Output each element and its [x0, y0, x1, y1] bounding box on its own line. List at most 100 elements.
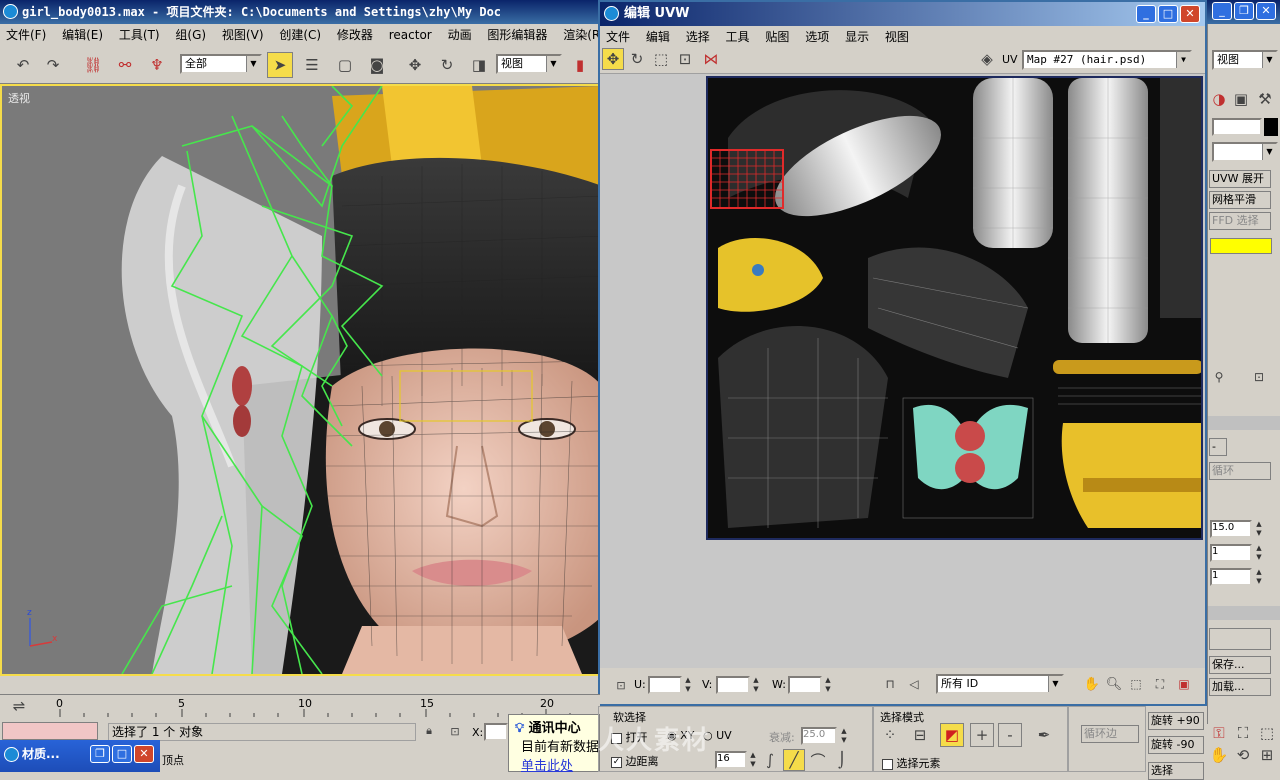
mesh-smooth-button[interactable]: 网格平滑: [1209, 191, 1271, 209]
edge-distance-spinner[interactable]: ▲ ▼: [748, 751, 758, 769]
spinner-field-2[interactable]: 1: [1210, 544, 1252, 562]
menu-file[interactable]: 文件(F): [0, 24, 52, 46]
filter-icon[interactable]: ◁: [904, 674, 924, 694]
perspective-viewport[interactable]: 透视 z x: [0, 84, 600, 676]
reference-coordinate-dropdown[interactable]: 视图 ▼: [496, 54, 562, 74]
minimize-icon[interactable]: _: [1136, 5, 1156, 23]
utilities-tab-icon[interactable]: ⚒: [1254, 88, 1276, 110]
lock-icon[interactable]: ⊓: [880, 674, 900, 694]
configure-modifier-icon[interactable]: ⊡: [1250, 368, 1268, 386]
scale-icon[interactable]: ◨: [466, 52, 492, 78]
falloff-smooth-icon[interactable]: ∫: [759, 749, 781, 771]
uv-editor-canvas[interactable]: [600, 74, 1205, 668]
move-icon[interactable]: ✥: [602, 48, 624, 70]
menu-rendering[interactable]: 渲染(R): [557, 24, 600, 46]
restore-icon[interactable]: ❐: [90, 745, 110, 763]
edge-mode-icon[interactable]: ⊟: [908, 723, 932, 747]
material-editor-taskbar[interactable]: 材质... ❐ □ ✕: [0, 740, 160, 772]
restore-icon[interactable]: ❐: [1234, 2, 1254, 20]
select-object-icon[interactable]: ➤: [267, 52, 293, 78]
v-spinner[interactable]: ▲ ▼: [751, 676, 761, 694]
rotate-minus-90-button[interactable]: 旋转 -90: [1148, 736, 1204, 754]
falloff-slow-icon[interactable]: ⌒: [807, 749, 829, 771]
minimize-icon[interactable]: _: [1212, 2, 1232, 20]
loop-edge-button[interactable]: 循环边: [1081, 725, 1139, 743]
falloff-linear-icon[interactable]: ╱: [783, 749, 805, 771]
spinner-field-3[interactable]: 1: [1210, 568, 1252, 586]
paint-select-icon[interactable]: ✒: [1032, 723, 1056, 747]
select-by-name-icon[interactable]: ☰: [299, 52, 325, 78]
menu-reactor[interactable]: reactor: [383, 24, 438, 46]
uvw-title-bar[interactable]: 编辑 UVW _ □ ✕: [600, 2, 1205, 26]
menu-tools[interactable]: 工具(T): [113, 24, 166, 46]
uvw-menu-edit[interactable]: 编辑: [640, 26, 676, 48]
undo-icon[interactable]: ↶: [10, 52, 36, 78]
rotate-icon[interactable]: ↻: [626, 48, 648, 70]
bind-space-warp-icon[interactable]: ♆: [144, 52, 170, 78]
snap-icon[interactable]: ▣: [1174, 674, 1194, 694]
uvw-menu-view[interactable]: 视图: [879, 26, 915, 48]
minus-button[interactable]: -: [1209, 438, 1227, 456]
edge-distance-field[interactable]: 16: [715, 751, 747, 769]
blank-button[interactable]: [1209, 628, 1271, 650]
select-elements-checkbox[interactable]: 选择元素: [882, 755, 941, 771]
falloff-fast-icon[interactable]: ⌡: [831, 749, 853, 771]
redo-icon[interactable]: ↷: [40, 52, 66, 78]
selection-filter-dropdown[interactable]: 全部 ▼: [180, 54, 262, 74]
maximize-icon[interactable]: □: [112, 745, 132, 763]
pivot-icon[interactable]: ▮: [567, 52, 593, 78]
pan-hand-icon[interactable]: ✋: [1208, 744, 1230, 766]
lock-selection-icon[interactable]: 🔒︎: [420, 722, 438, 740]
menu-graph-editors[interactable]: 图形编辑器: [481, 24, 553, 46]
absolute-mode-icon[interactable]: ⊡: [446, 722, 464, 740]
window-crossing-icon[interactable]: ◙: [364, 52, 390, 78]
close-icon[interactable]: ✕: [1180, 5, 1200, 23]
w-spinner[interactable]: ▲ ▼: [823, 676, 833, 694]
rollout-header-2[interactable]: [1208, 606, 1280, 620]
close-icon[interactable]: ✕: [134, 745, 154, 763]
close-icon[interactable]: ✕: [1256, 2, 1276, 20]
x-coordinate-field[interactable]: [484, 723, 508, 741]
key-mode-icon[interactable]: ⚿: [1208, 722, 1230, 744]
uvw-menu-display[interactable]: 显示: [839, 26, 875, 48]
map-select-dropdown[interactable]: Map #27 (hair.psd) ▼: [1022, 50, 1192, 70]
w-field[interactable]: [788, 676, 822, 694]
uvw-menu-options[interactable]: 选项: [799, 26, 835, 48]
viewport-label[interactable]: 透视: [8, 90, 30, 106]
spinner-field-1[interactable]: 15.0: [1210, 520, 1252, 538]
zoom-extents-icon[interactable]: ⛶: [1150, 674, 1170, 694]
object-name-field[interactable]: [1212, 118, 1262, 136]
uvw-menu-select[interactable]: 选择: [680, 26, 716, 48]
reference-coordinate-dropdown-right[interactable]: 视图 ▼: [1212, 50, 1278, 70]
move-icon[interactable]: ✥: [402, 52, 428, 78]
grow-selection-button[interactable]: +: [970, 723, 994, 747]
modifier-list-dropdown[interactable]: ▼: [1212, 142, 1278, 162]
menu-group[interactable]: 组(G): [169, 24, 212, 46]
unwrap-uvw-button[interactable]: UVW 展开: [1209, 170, 1271, 188]
display-tab-icon[interactable]: ▣: [1230, 88, 1252, 110]
u-field[interactable]: [648, 676, 682, 694]
rectangular-selection-icon[interactable]: ▢: [332, 52, 358, 78]
menu-views[interactable]: 视图(V): [216, 24, 270, 46]
unlink-icon[interactable]: ⚯: [112, 52, 138, 78]
zoom-region-icon[interactable]: ⬚: [1126, 674, 1146, 694]
max-toggle-icon[interactable]: ⬚: [1256, 722, 1278, 744]
mirror-icon[interactable]: ⋈: [700, 48, 722, 70]
menu-edit[interactable]: 编辑(E): [56, 24, 109, 46]
shrink-selection-button[interactable]: -: [998, 723, 1022, 747]
texture-map-area[interactable]: [706, 76, 1203, 540]
load-button[interactable]: 加载...: [1209, 678, 1271, 696]
rollout-header[interactable]: [1208, 416, 1280, 430]
spinner-arrows-1[interactable]: ▲ ▼: [1254, 520, 1264, 538]
checker-map-icon[interactable]: ◈: [976, 48, 998, 70]
pan-hand-icon[interactable]: ✋: [1082, 674, 1102, 694]
zoom-icon[interactable]: 🔍︎: [1104, 674, 1124, 694]
lock-selection-icon[interactable]: ⊡: [612, 676, 630, 694]
object-color-swatch[interactable]: [1264, 118, 1278, 136]
uvw-menu-mapping[interactable]: 贴图: [759, 26, 795, 48]
orbit-icon[interactable]: ⟲: [1232, 744, 1254, 766]
modify-tab-icon[interactable]: ◑: [1208, 88, 1230, 110]
ffd-select-button[interactable]: FFD 选择: [1209, 212, 1271, 230]
menu-modifiers[interactable]: 修改器: [331, 24, 379, 46]
spinner-arrows-2[interactable]: ▲ ▼: [1254, 544, 1264, 562]
